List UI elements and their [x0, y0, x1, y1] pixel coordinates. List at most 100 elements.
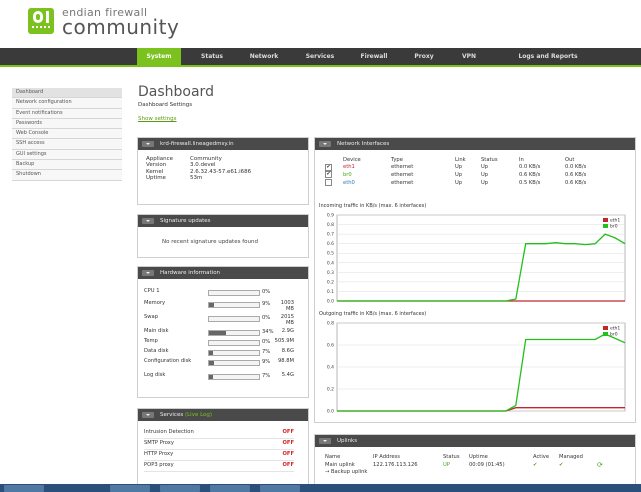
interface-device[interactable]: br0: [343, 171, 391, 179]
backup-uplink-label[interactable]: → Backup uplink: [325, 469, 469, 477]
hardware-label: Temp: [144, 338, 158, 344]
usage-size: 98.8M: [277, 358, 294, 364]
collapse-icon[interactable]: [142, 412, 154, 418]
uplinks-table: Name IP Address Status Uptime Active Man…: [325, 453, 607, 476]
service-state[interactable]: OFF: [283, 462, 295, 468]
usage-size: 2.9G: [281, 328, 294, 334]
tab-proxy[interactable]: Proxy: [408, 48, 440, 65]
sidebar-item-passwords[interactable]: Passwords: [12, 118, 122, 130]
col-active: Active: [533, 453, 550, 460]
usage-bar-fill: [209, 375, 213, 379]
brand-title: community: [62, 15, 180, 39]
uplinks-panel-header: Uplinks: [315, 435, 635, 447]
tab-logs-and-reports[interactable]: Logs and Reports: [508, 48, 588, 65]
uplink-managed-check-icon[interactable]: ✔: [559, 461, 597, 469]
hardware-label: CPU 1: [144, 288, 160, 294]
tab-services[interactable]: Services: [298, 48, 342, 65]
interface-type: ethernet: [391, 164, 414, 171]
uptime-label: Uptime: [146, 175, 166, 182]
sidebar-item-dashboard[interactable]: Dashboard: [12, 88, 122, 99]
collapse-icon[interactable]: [142, 218, 154, 224]
taskbar-item[interactable]: [260, 485, 300, 492]
uptime-value: 53m: [190, 175, 203, 182]
usage-size: 505.9M: [274, 338, 294, 344]
tab-firewall[interactable]: Firewall: [352, 48, 396, 65]
chart-ytick-label: 0.2: [327, 387, 334, 393]
legend-swatch: [603, 218, 608, 222]
service-state[interactable]: OFF: [283, 440, 295, 446]
uplink-status: UP: [443, 461, 450, 468]
interface-row: ✔ eth1 ethernet Up Up 0.0 KB/s 0.0 KB/s: [325, 163, 609, 172]
usage-bar: [208, 374, 260, 380]
sidebar-item-network-configuration[interactable]: Network configuration: [12, 98, 122, 109]
chart-ytick-label: 0.7: [327, 232, 334, 238]
chart-ytick-label: 0.3: [327, 270, 334, 276]
services-panel: Services (Live Log) Intrusion Detection O…: [137, 408, 309, 490]
sidebar-item-backup[interactable]: Backup: [12, 160, 122, 171]
col-link: Link: [455, 156, 466, 163]
usage-bar-fill: [209, 361, 214, 365]
usage-bar: [208, 360, 260, 366]
collapse-icon[interactable]: [142, 270, 154, 276]
interface-check-cell: ✔: [325, 171, 343, 179]
interface-checkbox[interactable]: ✔: [325, 171, 332, 179]
tab-system[interactable]: System: [137, 48, 181, 65]
outgoing-graph-title: Outgoing traffic in KB/s (max. 6 interfa…: [319, 311, 427, 317]
service-state[interactable]: OFF: [283, 429, 295, 435]
legend-label: br0: [610, 224, 618, 230]
sidebar-item-ssh-access[interactable]: SSH access: [12, 139, 122, 150]
taskbar-start-button[interactable]: [4, 485, 44, 492]
taskbar-item[interactable]: [110, 485, 150, 492]
col-in: In: [519, 156, 524, 163]
uplinks-panel: Uplinks Name IP Address Status Uptime Ac…: [314, 434, 636, 490]
service-row: Intrusion Detection OFF: [144, 429, 294, 439]
usage-percent: 0%: [262, 289, 271, 295]
live-log-link[interactable]: (Live Log): [185, 412, 212, 418]
usage-percent: 7%: [262, 349, 271, 355]
col-status: Status: [481, 156, 498, 163]
tab-vpn[interactable]: VPN: [454, 48, 484, 65]
interface-row: ✔ br0 ethernet Up Up 0.6 KB/s 0.6 KB/s: [325, 171, 609, 179]
usage-percent: 0%: [262, 339, 271, 345]
sidebar-item-shutdown[interactable]: Shutdown: [12, 170, 122, 181]
collapse-icon[interactable]: [319, 438, 331, 444]
chart-ytick-label: 0.9: [327, 213, 334, 219]
collapse-icon[interactable]: [319, 141, 331, 147]
interface-device[interactable]: eth1: [343, 164, 391, 172]
taskbar-item[interactable]: [160, 485, 200, 492]
col-uptime: Uptime: [469, 453, 488, 460]
taskbar-item[interactable]: [210, 485, 250, 492]
hardware-label: Memory: [144, 300, 166, 306]
tab-status[interactable]: Status: [192, 48, 232, 65]
sidebar-item-web-console[interactable]: Web Console: [12, 129, 122, 140]
sidebar-item-gui-settings[interactable]: GUI settings: [12, 149, 122, 161]
usage-bar-fill: [209, 331, 226, 335]
tab-network[interactable]: Network: [242, 48, 286, 65]
usage-bar-fill: [209, 351, 213, 355]
uplink-refresh-icon[interactable]: ⟳: [597, 461, 603, 469]
usage-percent: 34%: [262, 329, 274, 335]
chart-ytick-label: 0.8: [327, 321, 334, 327]
hardware-row: Temp 0% 505.9M: [144, 338, 294, 348]
interface-checkbox[interactable]: ✔: [325, 163, 332, 171]
collapse-icon[interactable]: [142, 141, 154, 147]
signature-updates-panel: Signature updates No recent signature up…: [137, 214, 309, 258]
sidebar-item-event-notifications[interactable]: Event notifications: [12, 108, 122, 119]
appliance-panel: krd-firewall.lineagedmsy.in Appliance Ve…: [137, 137, 309, 205]
uplink-active-check-icon[interactable]: ✔: [533, 461, 559, 469]
appliance-panel-header: krd-firewall.lineagedmsy.in: [138, 138, 308, 150]
os-taskbar: [0, 484, 641, 492]
backup-uplink-row: → Backup uplink: [325, 469, 607, 477]
interface-checkbox[interactable]: [325, 178, 332, 186]
interface-status: Up: [481, 171, 489, 178]
interface-out: 0.6 KB/s: [565, 171, 587, 178]
interface-device[interactable]: eth0: [343, 179, 391, 188]
show-settings-link[interactable]: Show settings: [138, 116, 177, 122]
interface-link: Up: [455, 171, 463, 178]
service-state[interactable]: OFF: [283, 451, 295, 457]
col-uplink-status: Status: [443, 453, 460, 460]
interface-row: eth0 ethernet Up Up 0.5 KB/s 0.6 KB/s: [325, 178, 609, 188]
incoming-traffic-chart: 0.9 0.8 0.7 0.6 0.5 0.4 0.3 0.2 0.1 0.0 eth1br0: [327, 213, 626, 305]
uplinks-title: Uplinks: [337, 438, 358, 444]
appliance-labels: Appliance Version Kernel Uptime: [146, 156, 173, 182]
